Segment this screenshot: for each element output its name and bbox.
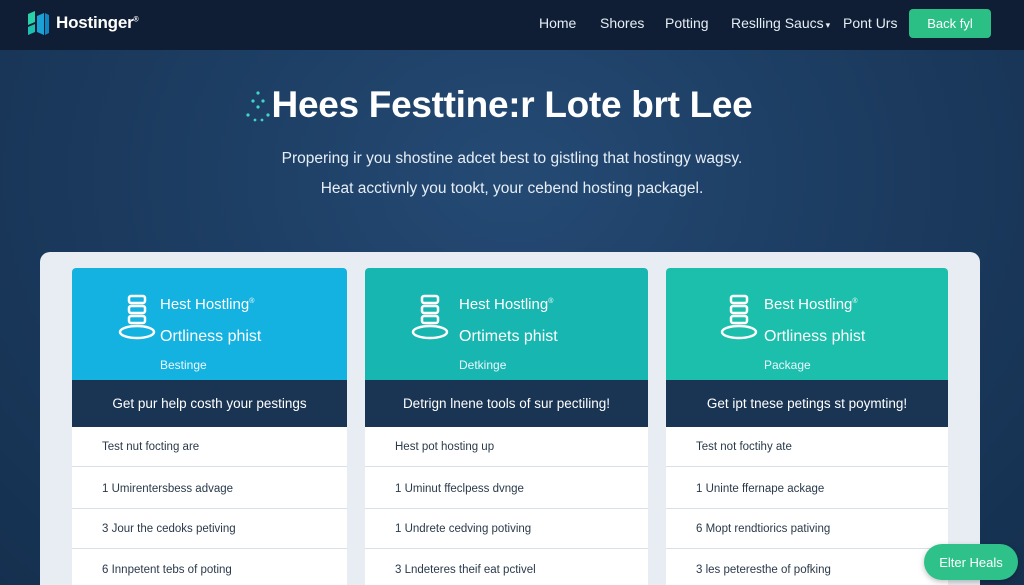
plan-card-3[interactable]: Best Hostling® Ortliness phist Package G… — [666, 268, 948, 585]
feature-row: 1 Uninte ffernape ackage — [666, 469, 948, 509]
feature-row: Test not foctihy ate — [666, 427, 948, 467]
feature-row: 3 Lndeteres theif eat pctivel — [365, 550, 648, 585]
card-tag: Detkinge — [459, 358, 507, 372]
feature-row: 6 Innpetent tebs of poting — [72, 550, 347, 585]
feature-row: 1 Undrete cedving potiving — [365, 509, 648, 549]
card-title: Hest Hostling® — [160, 296, 255, 313]
nav-link-pont-urs[interactable]: Pont Urs — [843, 15, 897, 31]
card-header: Hest Hostling® Ortliness phist Bestinge — [72, 268, 347, 380]
nav-link-reselling-dropdown[interactable]: Reslling Saucs ▾ — [731, 15, 830, 31]
feature-row: 1 Uminut ffeclpess dvnge — [365, 469, 648, 509]
card-subtitle: Ortliness phist — [764, 328, 866, 345]
feature-row: 3 Jour the cedoks petiving — [72, 509, 347, 549]
feature-row: Test nut focting are — [72, 427, 347, 467]
card-band: Detrign lnene tools of sur pectiling! — [365, 380, 648, 427]
card-header: Best Hostling® Ortliness phist Package — [666, 268, 948, 380]
card-band: Get pur help costh your pestings — [72, 380, 347, 427]
card-header: Hest Hostling® Ortimets phist Detkinge — [365, 268, 648, 380]
card-tag: Package — [764, 358, 811, 372]
nav-link-label: Reslling Saucs — [731, 15, 824, 31]
card-subtitle: Ortimets phist — [459, 328, 558, 345]
nav-links: Home Shores Potting Reslling Saucs ▾ Pont… — [0, 15, 1024, 35]
plan-card-2[interactable]: Hest Hostling® Ortimets phist Detkinge D… — [365, 268, 648, 585]
feature-row: 1 Umirentersbess advage — [72, 469, 347, 509]
nav-link-shores[interactable]: Shores — [600, 15, 644, 31]
card-tag: Bestinge — [160, 358, 207, 372]
feature-row: 3 les peteresthe of pofking — [666, 550, 948, 585]
hero-title: Hees Festtine:r Lote brt Lee — [271, 84, 753, 125]
card-band: Get ipt tnese petings st poymting! — [666, 380, 948, 427]
chevron-down-icon: ▾ — [825, 20, 831, 30]
nav-cta-button[interactable]: Back fyl — [909, 9, 991, 38]
hero-subtitle-line-2: Heat acctivnly you tookt, your cebend ho… — [320, 180, 704, 197]
card-subtitle: Ortliness phist — [160, 328, 262, 345]
feature-row: 6 Mopt rendtiorics pativing — [666, 509, 948, 549]
floating-help-button[interactable]: Elter Heals — [924, 544, 1018, 580]
server-database-icon — [720, 294, 758, 340]
hero-subtitle-line-1: Propering ir you shostine adcet best to … — [281, 150, 743, 167]
card-title: Best Hostling® — [764, 296, 858, 313]
top-navbar: Hostinger® Home Shores Potting Reslling … — [0, 0, 1024, 50]
card-title: Hest Hostling® — [459, 296, 554, 313]
feature-row: Hest pot hosting up — [365, 427, 648, 467]
server-database-icon — [118, 294, 156, 340]
nav-link-potting[interactable]: Potting — [665, 15, 709, 31]
nav-link-home[interactable]: Home — [539, 15, 576, 31]
plan-card-1[interactable]: Hest Hostling® Ortliness phist Bestinge … — [72, 268, 347, 585]
server-database-icon — [411, 294, 449, 340]
